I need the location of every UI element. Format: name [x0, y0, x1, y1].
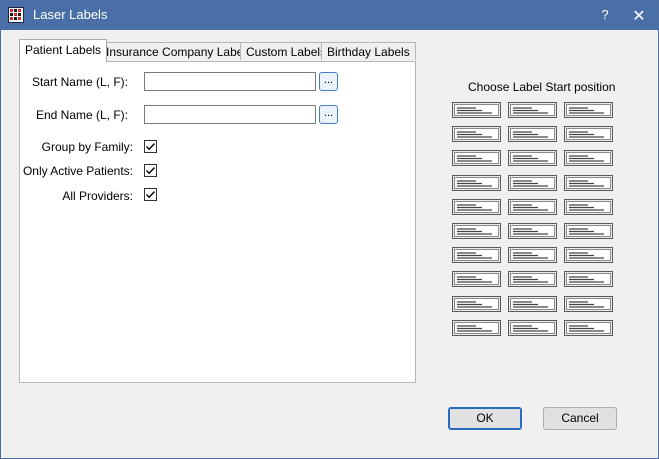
only-active-patients-checkbox[interactable]: [144, 164, 157, 177]
check-icon: [146, 191, 156, 199]
label-sheet-icon: [564, 320, 613, 336]
label-position-8-3[interactable]: [564, 271, 613, 287]
close-icon[interactable]: ✕: [630, 6, 648, 25]
laser-labels-dialog: Laser Labels ? ✕ Patient Labels Insuranc…: [0, 0, 659, 459]
label-sheet-icon: [452, 271, 501, 287]
label-position-3-1[interactable]: [452, 150, 501, 166]
label-sheet-icon: [508, 150, 557, 166]
start-name-browse-button[interactable]: ...: [319, 72, 338, 91]
label-sheet-icon: [564, 271, 613, 287]
end-name-label: End Name (L, F):: [35, 108, 128, 122]
label-sheet-icon: [452, 175, 501, 191]
label-sheet-icon: [452, 126, 501, 142]
label-position-8-1[interactable]: [452, 271, 501, 287]
all-providers-label: All Providers:: [62, 189, 133, 203]
label-sheet-icon: [564, 150, 613, 166]
label-position-1-1[interactable]: [452, 102, 501, 118]
label-position-1-2[interactable]: [508, 102, 557, 118]
label-sheet-icon: [508, 320, 557, 336]
label-sheet-icon: [508, 223, 557, 239]
label-sheet-icon: [564, 223, 613, 239]
label-position-6-1[interactable]: [452, 223, 501, 239]
label-sheet-icon: [508, 271, 557, 287]
label-position-8-2[interactable]: [508, 271, 557, 287]
label-position-2-2[interactable]: [508, 126, 557, 142]
label-position-7-2[interactable]: [508, 247, 557, 263]
label-position-5-1[interactable]: [452, 199, 501, 215]
label-sheet-icon: [452, 223, 501, 239]
start-name-input[interactable]: [144, 72, 316, 91]
check-icon: [146, 143, 156, 151]
label-position-1-3[interactable]: [564, 102, 613, 118]
label-sheet-icon: [564, 199, 613, 215]
label-sheet-icon: [508, 296, 557, 312]
label-position-9-2[interactable]: [508, 296, 557, 312]
label-position-3-3[interactable]: [564, 150, 613, 166]
end-name-browse-button[interactable]: ...: [319, 105, 338, 124]
label-position-6-3[interactable]: [564, 223, 613, 239]
label-position-4-3[interactable]: [564, 175, 613, 191]
label-position-7-3[interactable]: [564, 247, 613, 263]
group-by-family-label: Group by Family:: [41, 140, 133, 154]
label-position-9-3[interactable]: [564, 296, 613, 312]
label-position-10-3[interactable]: [564, 320, 613, 336]
cancel-button[interactable]: Cancel: [543, 407, 617, 430]
ok-button[interactable]: OK: [448, 407, 522, 430]
help-button[interactable]: ?: [597, 7, 613, 23]
window-title: Laser Labels: [33, 7, 108, 22]
label-position-5-3[interactable]: [564, 199, 613, 215]
label-position-3-2[interactable]: [508, 150, 557, 166]
tab-insurance-company-labels[interactable]: Insurance Company Labels: [100, 42, 259, 60]
label-sheet-icon: [452, 102, 501, 118]
group-by-family-checkbox[interactable]: [144, 140, 157, 153]
label-position-7-1[interactable]: [452, 247, 501, 263]
label-sheet-icon: [452, 199, 501, 215]
tab-custom-labels[interactable]: Custom Labels: [240, 42, 333, 60]
label-position-2-3[interactable]: [564, 126, 613, 142]
all-providers-checkbox[interactable]: [144, 188, 157, 201]
label-position-9-1[interactable]: [452, 296, 501, 312]
label-sheet-icon: [452, 150, 501, 166]
tab-birthday-labels[interactable]: Birthday Labels: [321, 42, 416, 60]
label-sheet-icon: [564, 102, 613, 118]
label-position-6-2[interactable]: [508, 223, 557, 239]
label-position-10-2[interactable]: [508, 320, 557, 336]
label-sheet-icon: [508, 199, 557, 215]
label-position-5-2[interactable]: [508, 199, 557, 215]
label-start-position-title: Choose Label Start position: [468, 80, 616, 94]
label-position-4-1[interactable]: [452, 175, 501, 191]
only-active-patients-label: Only Active Patients:: [22, 164, 133, 178]
label-sheet-icon: [508, 175, 557, 191]
tab-patient-labels[interactable]: Patient Labels: [19, 39, 108, 62]
start-name-label: Start Name (L, F):: [31, 75, 128, 89]
label-position-10-1[interactable]: [452, 320, 501, 336]
label-sheet-icon: [452, 320, 501, 336]
label-sheet-icon: [452, 247, 501, 263]
label-sheet-icon: [564, 247, 613, 263]
label-sheet-icon: [508, 102, 557, 118]
label-sheet-icon: [564, 296, 613, 312]
label-sheet-icon: [564, 175, 613, 191]
label-sheet-icon: [508, 126, 557, 142]
label-sheet-icon: [564, 126, 613, 142]
title-bar[interactable]: Laser Labels ? ✕: [1, 1, 658, 30]
end-name-input[interactable]: [144, 105, 316, 124]
label-sheet-icon: [508, 247, 557, 263]
check-icon: [146, 167, 156, 175]
label-position-2-1[interactable]: [452, 126, 501, 142]
label-position-4-2[interactable]: [508, 175, 557, 191]
label-sheet-icon: [452, 296, 501, 312]
app-grid-icon: [8, 7, 24, 23]
